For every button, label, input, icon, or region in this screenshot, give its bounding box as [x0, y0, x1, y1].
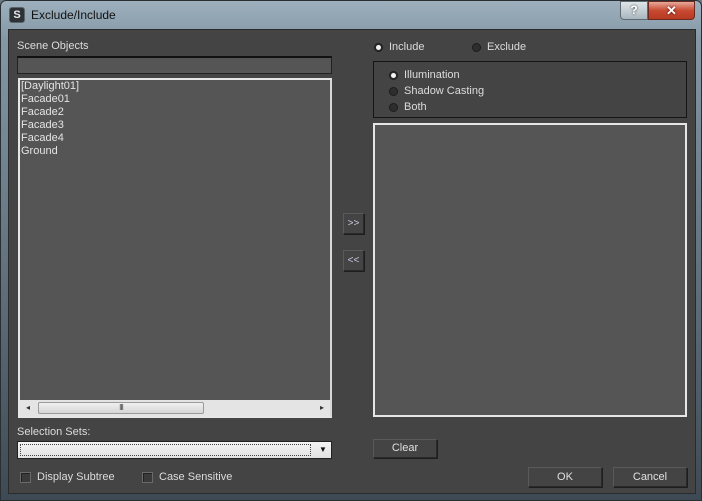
exclude-include-dialog: S Exclude/Include ? ✕ Scene Objects [Day…: [0, 0, 702, 501]
both-label: Both: [404, 101, 427, 113]
shadow-casting-radio[interactable]: [389, 86, 398, 96]
exclude-radio[interactable]: [472, 42, 481, 52]
chevron-down-icon[interactable]: ▼: [317, 445, 329, 455]
case-sensitive-label: Case Sensitive: [159, 471, 233, 483]
light-type-group: Illumination Shadow Casting Both: [373, 61, 687, 118]
case-sensitive-option[interactable]: Case Sensitive: [142, 470, 232, 484]
display-subtree-label: Display Subtree: [37, 471, 115, 483]
ok-button[interactable]: OK: [528, 467, 602, 487]
included-objects-list[interactable]: [373, 123, 687, 417]
include-label: Include: [389, 41, 425, 53]
include-radio-option[interactable]: Include: [374, 40, 424, 54]
case-sensitive-checkbox[interactable]: [142, 471, 153, 483]
scene-objects-items: [Daylight01] Facade01 Facade2 Facade3 Facade…: [20, 80, 330, 158]
display-subtree-checkbox[interactable]: [20, 471, 31, 483]
both-radio-option[interactable]: Both: [389, 100, 427, 114]
list-item[interactable]: Facade3: [20, 119, 330, 132]
title-bar[interactable]: S Exclude/Include ? ✕: [1, 1, 701, 29]
cancel-button[interactable]: Cancel: [613, 467, 687, 487]
shadow-casting-label: Shadow Casting: [404, 85, 485, 97]
list-item[interactable]: Ground: [20, 145, 330, 158]
both-radio[interactable]: [389, 102, 398, 112]
illumination-radio[interactable]: [389, 70, 398, 80]
remove-from-list-button[interactable]: <<: [343, 250, 364, 271]
object-search-input[interactable]: [17, 56, 332, 74]
illumination-radio-option[interactable]: Illumination: [389, 68, 460, 82]
scrollbar-thumb[interactable]: III: [38, 402, 204, 414]
display-subtree-option[interactable]: Display Subtree: [20, 470, 115, 484]
clear-button[interactable]: Clear: [373, 439, 437, 458]
list-item[interactable]: Facade2: [20, 106, 330, 119]
scroll-right-arrow-icon[interactable]: ▸: [314, 400, 330, 416]
horizontal-scrollbar[interactable]: ◂ III ▸: [20, 400, 330, 416]
close-button[interactable]: ✕: [648, 1, 695, 20]
list-item[interactable]: Facade4: [20, 132, 330, 145]
dialog-body: Scene Objects [Daylight01] Facade01 Facade…: [8, 29, 696, 494]
list-item[interactable]: [Daylight01]: [20, 80, 330, 93]
selection-sets-dropdown[interactable]: ▼: [17, 441, 332, 459]
shadow-casting-radio-option[interactable]: Shadow Casting: [389, 84, 484, 98]
help-button[interactable]: ?: [620, 1, 648, 20]
selection-sets-label: Selection Sets:: [17, 426, 91, 438]
window-title: Exclude/Include: [31, 8, 116, 22]
include-radio[interactable]: [374, 42, 383, 52]
selection-sets-value: [20, 444, 311, 456]
scroll-left-arrow-icon[interactable]: ◂: [20, 400, 36, 416]
scene-objects-label: Scene Objects: [17, 40, 89, 52]
scene-objects-list[interactable]: [Daylight01] Facade01 Facade2 Facade3 Facade…: [18, 78, 332, 418]
illumination-label: Illumination: [404, 69, 460, 81]
exclude-radio-option[interactable]: Exclude: [472, 40, 526, 54]
exclude-label: Exclude: [487, 41, 527, 53]
add-to-list-button[interactable]: >>: [343, 213, 364, 234]
list-item[interactable]: Facade01: [20, 93, 330, 106]
app-logo-icon: S: [9, 7, 25, 23]
